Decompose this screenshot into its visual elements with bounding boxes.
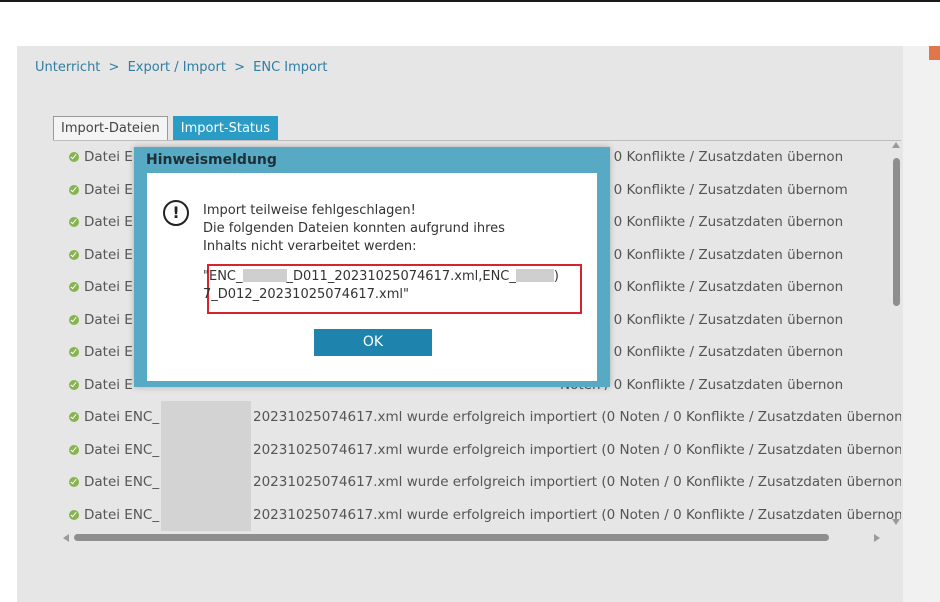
horizontal-scroll-thumb[interactable] [74,534,829,541]
row-prefix: Datei ENC_ [84,474,160,490]
row-prefix: Datei ENC_ [84,506,160,523]
redacted-block [161,498,251,531]
row-prefix: Datei E [84,311,133,328]
failed-files-list: "ENC_ _D011_20231025074617.xml,ENC_) 7_D0… [203,268,559,304]
ok-button[interactable]: OK [314,329,432,356]
success-check-icon [69,509,79,520]
breadcrumb-separator: > [108,60,120,75]
breadcrumb-export-import[interactable]: Export / Import [128,60,226,75]
redacted-block [515,269,554,282]
alert-circle-icon: ! [163,200,189,226]
success-check-icon [69,282,79,292]
row-text: 20231025074617.xml wurde erfolgreich imp… [253,409,901,425]
success-check-icon [69,314,79,325]
scroll-down-arrow-icon[interactable] [892,519,900,525]
dialog-message: Import teilweise fehlgeschlagen! Die fol… [203,202,505,256]
row-prefix: Datei ENC_ [84,409,160,425]
row-text: 20231025074617.xml wurde erfolgreich imp… [253,474,901,490]
redacted-block [161,433,251,466]
dialog-title: Hinweismeldung [146,152,277,168]
success-check-icon [69,184,79,195]
scroll-right-arrow-icon[interactable] [874,534,880,542]
success-check-icon [69,412,79,422]
scroll-left-arrow-icon[interactable] [63,534,69,542]
redacted-block [161,466,251,499]
failed-file-line: 7_D012_20231025074617.xml" [203,287,409,302]
row-prefix: Datei E [84,344,133,360]
row-prefix: Datei E [84,214,133,230]
tab-bar: Import-Dateien Import-Status [53,116,279,140]
list-item: Datei ENC_ 20231025074617.xml wurde erfo… [53,433,901,466]
window-top-border [0,0,940,2]
breadcrumb-enc-import: ENC Import [253,60,328,75]
scroll-up-arrow-icon[interactable] [892,142,900,148]
row-text: 20231025074617.xml wurde erfolgreich imp… [253,506,901,523]
row-prefix: Datei E [84,376,133,393]
breadcrumb-separator: > [234,60,245,75]
dialog-body: ! Import teilweise fehlgeschlagen! Die f… [147,173,597,381]
success-check-icon [69,347,79,357]
redacted-block [161,401,251,434]
row-prefix: Datei E [84,279,133,295]
corner-accent [929,46,940,60]
file-text: ) [553,269,559,284]
success-check-icon [69,477,79,487]
file-text: "ENC_ [203,269,243,284]
message-line: Inhalts nicht verarbeitet werden: [203,239,417,254]
file-text: _D011_20231025074617.xml,ENC_ [286,269,516,284]
tab-import-status[interactable]: Import-Status [172,116,279,140]
redacted-block [242,269,287,282]
row-prefix: Datei E [84,149,133,165]
breadcrumb-unterricht[interactable]: Unterricht [35,60,100,75]
message-line: Die folgenden Dateien konnten aufgrund i… [203,221,505,236]
row-prefix: Datei ENC_ [84,441,160,458]
message-line: Import teilweise fehlgeschlagen! [203,203,416,218]
success-check-icon [69,152,79,162]
success-check-icon [69,249,79,260]
success-check-icon [69,444,79,455]
notice-dialog: Hinweismeldung ! Import teilweise fehlge… [134,147,610,387]
list-item: Datei ENC_ 20231025074617.xml wurde erfo… [53,498,901,531]
success-check-icon [69,379,79,390]
row-prefix: Datei E [84,181,133,198]
tab-import-dateien[interactable]: Import-Dateien [53,116,168,140]
breadcrumb: Unterricht > Export / Import > ENC Impor… [35,60,327,75]
list-item: Datei ENC_ 20231025074617.xml wurde erfo… [53,401,901,434]
success-check-icon [69,217,79,227]
page-side-strip [903,46,940,602]
row-text: 20231025074617.xml wurde erfolgreich imp… [253,441,901,458]
failed-file-line: "ENC_ _D011_20231025074617.xml,ENC_) [203,268,559,286]
list-item: Datei ENC_ 20231025074617.xml wurde erfo… [53,466,901,499]
vertical-scroll-thumb[interactable] [893,158,900,306]
row-prefix: Datei E [84,246,133,263]
